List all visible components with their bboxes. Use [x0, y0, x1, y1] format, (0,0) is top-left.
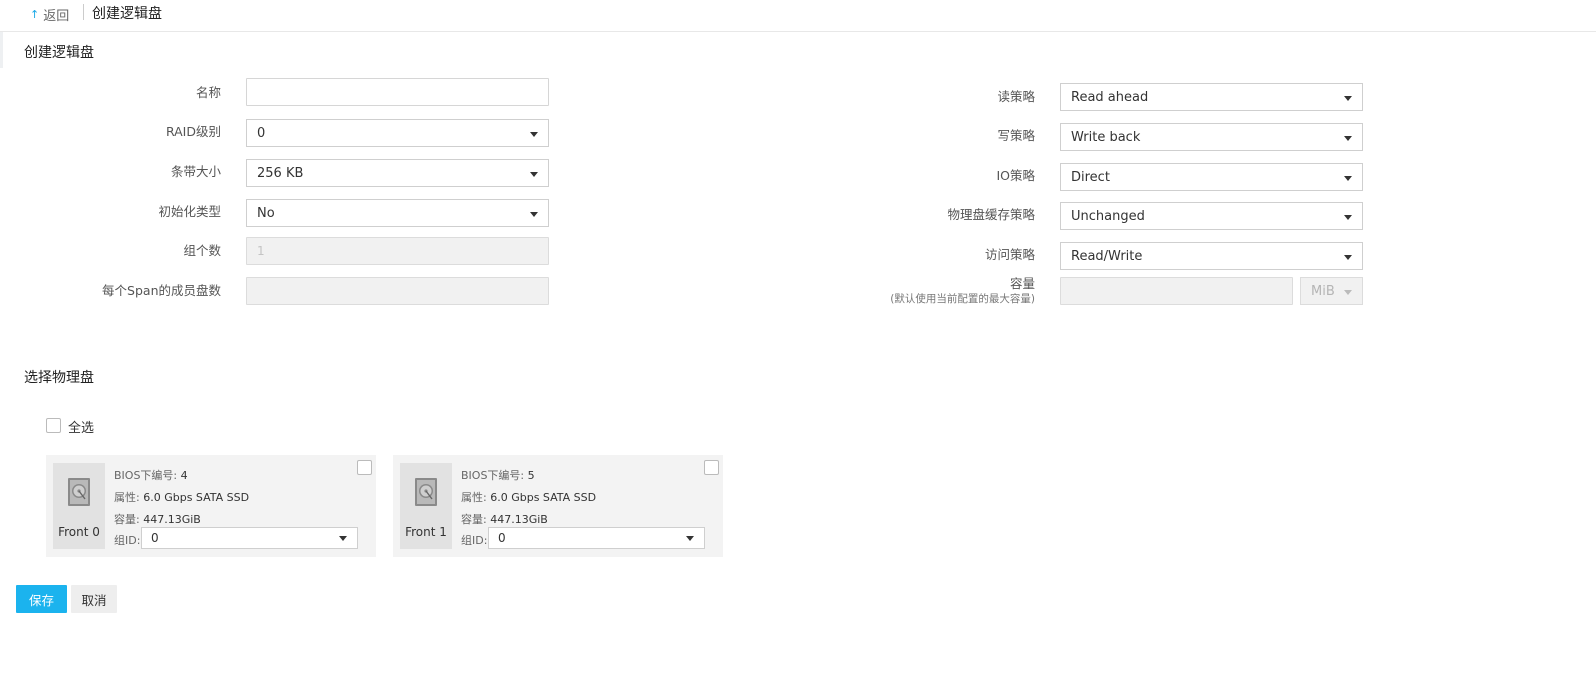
- chevron-down-icon: [1344, 96, 1352, 101]
- access-policy-label: 访问策略: [984, 247, 1035, 262]
- group-id-label: 组ID:: [461, 532, 487, 548]
- back-label: 返回: [43, 9, 70, 24]
- drives-per-span-input: [246, 277, 549, 305]
- io-policy-value: Direct: [1071, 170, 1110, 185]
- disk-card[interactable]: Front 1 BIOS下编号: 5 属性: 6.0 Gbps SATA SSD…: [393, 455, 723, 557]
- disk-card[interactable]: Front 0 BIOS下编号: 4 属性: 6.0 Gbps SATA SSD…: [46, 455, 376, 557]
- group-id-value: 0: [498, 531, 506, 545]
- init-type-label: 初始化类型: [158, 204, 221, 219]
- attribute-line: 属性: 6.0 Gbps SATA SSD: [461, 489, 596, 505]
- name-label: 名称: [195, 85, 221, 100]
- raid-level-value: 0: [257, 126, 266, 141]
- group-id-value: 0: [151, 531, 159, 545]
- disk-cache-policy-value: Unchanged: [1071, 209, 1145, 224]
- name-input[interactable]: [246, 78, 549, 106]
- chevron-down-icon: [530, 212, 538, 217]
- read-policy-label: 读策略: [997, 89, 1035, 104]
- disk-cache-policy-select[interactable]: Unchanged: [1060, 202, 1363, 230]
- io-policy-label: IO策略: [996, 168, 1035, 183]
- hard-disk-icon: [68, 478, 90, 506]
- attribute-value: 6.0 Gbps SATA SSD: [490, 491, 597, 504]
- chevron-down-icon: [339, 536, 347, 541]
- top-bar: ↑ 返回 创建逻辑盘: [0, 0, 1596, 32]
- disk-capacity-label: 容量:: [461, 513, 487, 526]
- chevron-down-icon: [686, 536, 694, 541]
- span-count-label: 组个数: [183, 243, 221, 258]
- disk-name: Front 1: [405, 525, 447, 539]
- drives-per-span-label: 每个Span的成员盘数: [102, 283, 221, 298]
- chevron-down-icon: [1344, 255, 1352, 260]
- left-rail: [0, 32, 3, 68]
- capacity-line: 容量: 447.13GiB: [114, 511, 201, 527]
- page-title: 创建逻辑盘: [92, 6, 162, 22]
- capacity-sublabel: (默认使用当前配置的最大容量): [890, 293, 1035, 305]
- chevron-down-icon: [1344, 290, 1352, 295]
- disk-icon-box: Front 0: [53, 463, 105, 549]
- strip-size-value: 256 KB: [257, 166, 304, 181]
- disk-checkbox[interactable]: [704, 460, 719, 475]
- span-count-placeholder: 1: [257, 244, 265, 258]
- init-type-value: No: [257, 206, 275, 221]
- bios-label: BIOS下编号:: [114, 469, 178, 482]
- cancel-button[interactable]: 取消: [71, 585, 117, 613]
- capacity-label-text: 容量: [1009, 276, 1035, 291]
- read-policy-select[interactable]: Read ahead: [1060, 83, 1363, 111]
- disk-section-title: 选择物理盘: [24, 370, 94, 386]
- capacity-unit-select: MiB: [1300, 277, 1363, 305]
- chevron-down-icon: [530, 172, 538, 177]
- span-count-input: 1: [246, 237, 549, 265]
- bios-value: 4: [180, 469, 188, 482]
- capacity-unit-value: MiB: [1311, 284, 1335, 299]
- chevron-down-icon: [1344, 176, 1352, 181]
- bios-number-line: BIOS下编号: 4: [114, 467, 188, 483]
- hard-disk-icon: [415, 478, 437, 506]
- group-id-label-text: 组ID:: [461, 534, 488, 547]
- divider: [83, 4, 84, 20]
- write-policy-label: 写策略: [997, 128, 1035, 143]
- group-id-select[interactable]: 0: [488, 527, 705, 549]
- disk-name: Front 0: [58, 525, 100, 539]
- strip-size-label: 条带大小: [170, 164, 221, 179]
- io-policy-select[interactable]: Direct: [1060, 163, 1363, 191]
- raid-level-select[interactable]: 0: [246, 119, 549, 147]
- disk-cache-policy-label: 物理盘缓存策略: [947, 207, 1035, 222]
- group-id-label: 组ID:: [114, 532, 140, 548]
- back-arrow-icon: ↑: [30, 8, 40, 21]
- chevron-down-icon: [530, 132, 538, 137]
- disk-capacity-value: 447.13GiB: [490, 513, 548, 526]
- disk-icon-box: Front 1: [400, 463, 452, 549]
- attribute-label: 属性:: [114, 491, 140, 504]
- attribute-line: 属性: 6.0 Gbps SATA SSD: [114, 489, 249, 505]
- select-all-checkbox[interactable]: [46, 418, 61, 433]
- raid-level-label: RAID级别: [165, 124, 221, 139]
- group-id-label-text: 组ID:: [114, 534, 141, 547]
- access-policy-value: Read/Write: [1071, 249, 1143, 264]
- disk-capacity-label: 容量:: [114, 513, 140, 526]
- bios-label: BIOS下编号:: [461, 469, 525, 482]
- capacity-line: 容量: 447.13GiB: [461, 511, 548, 527]
- chevron-down-icon: [1344, 215, 1352, 220]
- form-section-title: 创建逻辑盘: [24, 45, 94, 61]
- write-policy-value: Write back: [1071, 130, 1141, 145]
- capacity-label: 容量 (默认使用当前配置的最大容量): [890, 276, 1035, 306]
- init-type-select[interactable]: No: [246, 199, 549, 227]
- select-all-label: 全选: [68, 421, 95, 436]
- save-button[interactable]: 保存: [16, 585, 67, 613]
- disk-checkbox[interactable]: [357, 460, 372, 475]
- group-id-select[interactable]: 0: [141, 527, 358, 549]
- bios-number-line: BIOS下编号: 5: [461, 467, 535, 483]
- bios-value: 5: [527, 469, 535, 482]
- access-policy-select[interactable]: Read/Write: [1060, 242, 1363, 270]
- read-policy-value: Read ahead: [1071, 90, 1149, 105]
- chevron-down-icon: [1344, 136, 1352, 141]
- capacity-input: [1060, 277, 1293, 305]
- disk-capacity-value: 447.13GiB: [143, 513, 201, 526]
- back-button[interactable]: ↑ 返回: [30, 5, 69, 24]
- write-policy-select[interactable]: Write back: [1060, 123, 1363, 151]
- attribute-value: 6.0 Gbps SATA SSD: [143, 491, 250, 504]
- attribute-label: 属性:: [461, 491, 487, 504]
- strip-size-select[interactable]: 256 KB: [246, 159, 549, 187]
